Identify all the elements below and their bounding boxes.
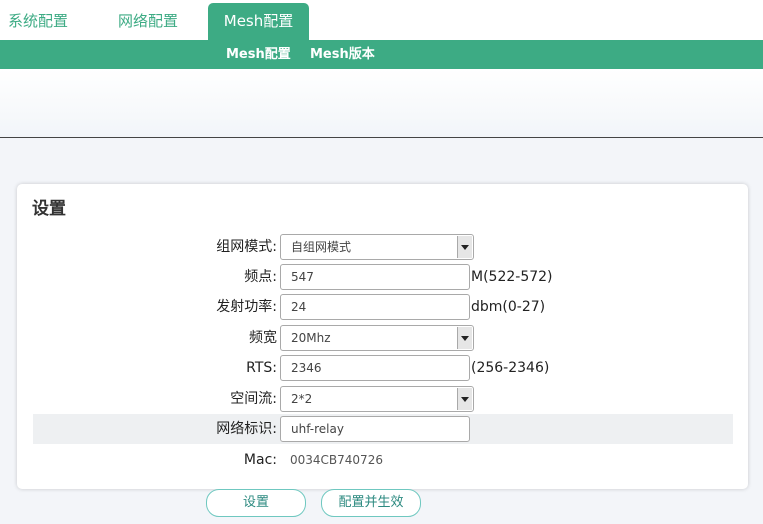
bandwidth-select-value: 20Mhz [291,331,331,345]
mode-row: 组网模式: 自组网模式 [33,232,733,262]
rts-row: RTS: 2346 (256-2346) [33,353,733,383]
mode-select[interactable]: 自组网模式 [280,234,474,260]
power-label: 发射功率: [216,299,277,315]
mode-label: 组网模式: [216,239,277,255]
stream-select-value: 2*2 [291,392,313,406]
netid-label: 网络标识: [216,421,277,437]
chevron-down-icon [457,327,472,349]
rts-input[interactable]: 2346 [280,355,470,381]
bandwidth-label: 频宽 [249,330,277,346]
power-unit: dbm(0-27) [471,299,546,315]
mac-row: Mac: 0034CB740726 [33,445,733,475]
bandwidth-select[interactable]: 20Mhz [280,325,474,351]
tab-system-config[interactable]: 系统配置 [0,3,76,40]
top-nav: 系统配置 网络配置 Mesh配置 [0,0,763,40]
netid-row: 网络标识: uhf-relay [33,414,733,444]
panel-title: 设置 [32,199,66,219]
mode-select-value: 自组网模式 [291,240,352,254]
mac-label: Mac: [243,452,277,468]
rts-unit: (256-2346) [471,360,550,376]
mac-value: 0034CB740726 [290,453,383,467]
freq-unit: M(522-572) [471,269,553,285]
power-input[interactable]: 24 [280,294,470,320]
stream-row: 空间流: 2*2 [33,384,733,414]
tab-mesh-config[interactable]: Mesh配置 [208,3,309,40]
freq-input[interactable]: 547 [280,264,470,290]
stream-label: 空间流: [230,391,277,407]
netid-input[interactable]: uhf-relay [280,416,470,442]
chevron-down-icon [457,388,472,410]
settings-panel: 设置 组网模式: 自组网模式 频点: 547 M(522-572) 发射功率: … [17,184,748,489]
save-button[interactable]: 设置 [206,489,306,517]
rts-label: RTS: [246,360,277,376]
header-banner [0,69,763,138]
chevron-down-icon [457,236,472,258]
sub-nav: Mesh配置 Mesh版本 [0,40,763,69]
freq-label: 频点: [244,269,277,285]
apply-button[interactable]: 配置并生效 [321,489,421,517]
tab-network-config[interactable]: 网络配置 [108,3,188,40]
bandwidth-row: 频宽 20Mhz [33,323,733,353]
stream-select[interactable]: 2*2 [280,386,474,412]
subtab-mesh-config[interactable]: Mesh配置 [226,40,291,69]
subtab-mesh-version[interactable]: Mesh版本 [310,40,375,69]
power-row: 发射功率: 24 dbm(0-27) [33,292,733,322]
freq-row: 频点: 547 M(522-572) [33,262,733,292]
